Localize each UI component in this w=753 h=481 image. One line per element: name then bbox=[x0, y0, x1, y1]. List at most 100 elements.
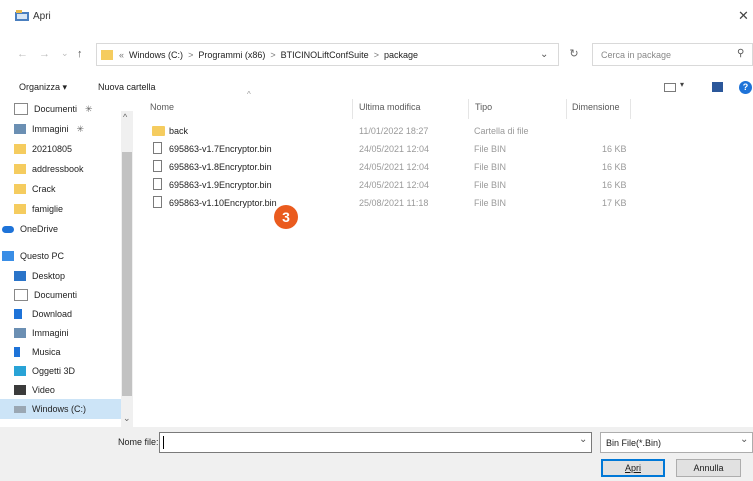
close-button[interactable]: ✕ bbox=[738, 8, 753, 24]
sidebar-item-label: Download bbox=[32, 309, 73, 319]
sidebar-item-immagini[interactable]: Immagini ✳ bbox=[14, 119, 120, 139]
sidebar-item-addressbook[interactable]: addressbook bbox=[14, 159, 120, 179]
cancel-button[interactable]: Annulla bbox=[676, 459, 741, 477]
sidebar-item-label: Windows (C:) bbox=[32, 404, 87, 414]
scroll-up-icon[interactable]: ^ bbox=[123, 112, 127, 122]
documents-icon bbox=[14, 103, 28, 115]
sidebar-item-oggetti-3d[interactable]: Oggetti 3D bbox=[14, 361, 120, 381]
list-item[interactable]: 695863-v1.7Encryptor.bin 24/05/2021 12:0… bbox=[137, 140, 637, 158]
sidebar-item-download[interactable]: Download bbox=[14, 304, 120, 324]
address-bar[interactable]: « Windows (C:) > Programmi (x86) > BTICI… bbox=[96, 43, 559, 66]
breadcrumb: « Windows (C:) > Programmi (x86) > BTICI… bbox=[119, 50, 418, 60]
file-modified: 24/05/2021 12:04 bbox=[359, 162, 430, 172]
file-size: 17 KB bbox=[602, 198, 627, 208]
folder-icon bbox=[14, 204, 26, 214]
sidebar-item-label: Crack bbox=[32, 184, 56, 194]
onedrive-icon bbox=[2, 225, 14, 233]
sidebar-item-documenti[interactable]: Documenti ✳ bbox=[14, 99, 120, 119]
sidebar-item-desktop[interactable]: Desktop bbox=[14, 266, 120, 286]
breadcrumb-separator: > bbox=[188, 50, 194, 60]
sidebar-item-label: Oggetti 3D bbox=[32, 366, 76, 376]
column-divider[interactable] bbox=[468, 99, 469, 119]
forward-icon[interactable]: → bbox=[39, 47, 50, 61]
step-badge: 3 bbox=[274, 205, 298, 229]
folder-icon bbox=[14, 164, 26, 174]
chevron-down-icon[interactable]: ▾ bbox=[680, 80, 684, 89]
download-icon bbox=[14, 309, 22, 319]
refresh-button[interactable]: ↻ bbox=[565, 43, 583, 66]
sidebar-item-questo-pc[interactable]: Questo PC bbox=[2, 246, 108, 266]
sidebar-item-video[interactable]: Video bbox=[14, 380, 120, 400]
folder-icon bbox=[152, 126, 165, 136]
sidebar-item-crack[interactable]: Crack bbox=[14, 179, 120, 199]
objects3d-icon bbox=[14, 366, 26, 376]
file-modified: 24/05/2021 12:04 bbox=[359, 180, 430, 190]
column-divider[interactable] bbox=[352, 99, 353, 119]
sidebar-item-documenti-pc[interactable]: Documenti bbox=[14, 285, 120, 305]
file-name: 695863-v1.10Encryptor.bin bbox=[169, 198, 277, 208]
recent-locations-icon[interactable]: ⌄ bbox=[61, 46, 69, 60]
help-icon[interactable]: ? bbox=[739, 81, 752, 94]
filename-field[interactable]: ⌄ bbox=[159, 432, 592, 453]
list-item[interactable]: 695863-v1.8Encryptor.bin 24/05/2021 12:0… bbox=[137, 158, 637, 176]
sidebar-item-label: OneDrive bbox=[20, 224, 59, 234]
pin-icon: ✳ bbox=[85, 103, 93, 114]
list-item[interactable]: 695863-v1.10Encryptor.bin 25/08/2021 11:… bbox=[137, 194, 637, 212]
breadcrumb-windows[interactable]: Windows (C:) bbox=[129, 50, 183, 60]
column-header-modified[interactable]: Ultima modifica bbox=[359, 102, 421, 112]
pin-icon: ✳ bbox=[76, 123, 85, 134]
sidebar-item-label: Musica bbox=[32, 347, 61, 357]
address-dropdown-icon[interactable]: ⌄ bbox=[540, 49, 548, 60]
sidebar-item-label: Video bbox=[32, 385, 55, 395]
pictures-icon bbox=[14, 124, 26, 134]
list-item[interactable]: back 11/01/2022 18:27 Cartella di file bbox=[137, 122, 637, 140]
column-divider[interactable] bbox=[566, 99, 567, 119]
file-icon bbox=[153, 160, 162, 172]
filename-label: Nome file: bbox=[118, 437, 159, 447]
back-icon[interactable]: ← bbox=[17, 47, 28, 61]
column-header-type[interactable]: Tipo bbox=[475, 102, 492, 112]
scrollbar-thumb[interactable] bbox=[122, 152, 132, 396]
window-title: Apri bbox=[33, 11, 51, 22]
sidebar-item-windows-c[interactable]: Windows (C:) bbox=[0, 399, 121, 419]
search-box[interactable]: Cerca in package ⚲ bbox=[592, 43, 753, 66]
open-button[interactable]: Apri bbox=[601, 459, 665, 477]
file-modified: 24/05/2021 12:04 bbox=[359, 144, 430, 154]
new-folder-button[interactable]: Nuova cartella bbox=[98, 82, 156, 92]
column-header-name[interactable]: Nome bbox=[150, 102, 174, 112]
title-bar: Apri ✕ bbox=[0, 0, 753, 34]
path-overflow-icon[interactable]: « bbox=[119, 50, 124, 60]
up-icon[interactable]: ↑ bbox=[77, 47, 83, 61]
column-divider[interactable] bbox=[630, 99, 631, 119]
text-cursor bbox=[163, 436, 164, 449]
pictures-icon bbox=[14, 328, 26, 338]
sidebar-item-famiglie[interactable]: famiglie bbox=[14, 199, 120, 219]
folder-icon bbox=[14, 144, 26, 154]
search-icon[interactable]: ⚲ bbox=[737, 48, 744, 59]
pc-icon bbox=[2, 251, 14, 261]
breadcrumb-programmi[interactable]: Programmi (x86) bbox=[198, 50, 265, 60]
file-size: 16 KB bbox=[602, 162, 627, 172]
organize-button[interactable]: Organizza ▾ bbox=[19, 82, 67, 93]
breadcrumb-bticino[interactable]: BTICINOLiftConfSuite bbox=[281, 50, 369, 60]
chevron-down-icon[interactable]: ⌄ bbox=[579, 434, 587, 445]
file-icon bbox=[153, 142, 162, 154]
column-header-size[interactable]: Dimensione bbox=[572, 102, 620, 112]
sidebar-item-immagini-pc[interactable]: Immagini bbox=[14, 323, 120, 343]
sidebar-item-20210805[interactable]: 20210805 bbox=[14, 139, 120, 159]
chevron-down-icon[interactable]: ⌄ bbox=[740, 434, 748, 445]
sidebar-item-label: addressbook bbox=[32, 164, 84, 174]
sidebar-item-musica[interactable]: Musica bbox=[14, 342, 120, 362]
file-name: 695863-v1.8Encryptor.bin bbox=[169, 162, 272, 172]
file-type: File BIN bbox=[474, 180, 507, 190]
breadcrumb-package[interactable]: package bbox=[384, 50, 418, 60]
sidebar-item-label: Documenti bbox=[34, 104, 78, 114]
file-icon bbox=[153, 178, 162, 190]
list-item[interactable]: 695863-v1.9Encryptor.bin 24/05/2021 12:0… bbox=[137, 176, 637, 194]
filetype-select[interactable]: Bin File(*.Bin) ⌄ bbox=[600, 432, 753, 453]
preview-pane-icon[interactable] bbox=[712, 82, 723, 92]
scroll-down-icon[interactable]: ⌄ bbox=[123, 413, 131, 424]
view-options-icon[interactable] bbox=[664, 83, 676, 92]
organize-label: Organizza bbox=[19, 82, 61, 92]
sidebar-item-onedrive[interactable]: OneDrive bbox=[2, 219, 108, 239]
